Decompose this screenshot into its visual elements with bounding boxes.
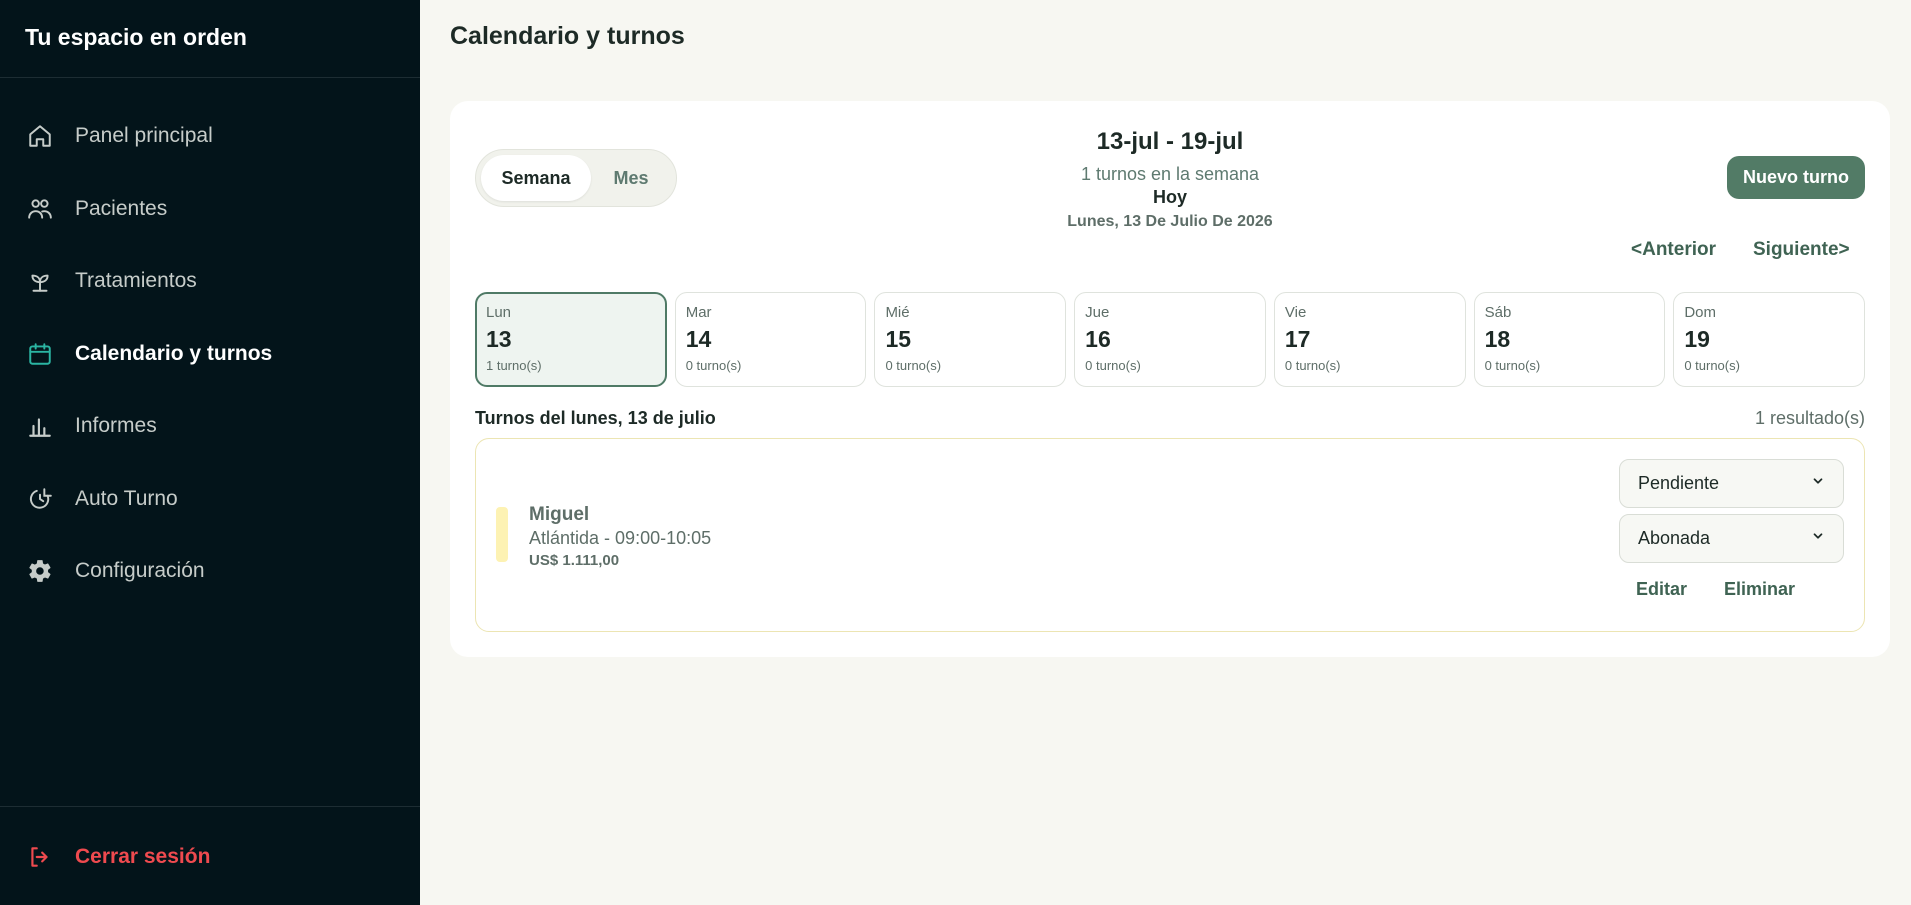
previous-week-button[interactable]: <Anterior bbox=[1631, 239, 1716, 261]
calendar-icon bbox=[27, 341, 53, 367]
page-title: Calendario y turnos bbox=[450, 22, 685, 50]
sidebar-item-informes[interactable]: Informes bbox=[0, 390, 420, 463]
day-appointment-count: 0 turno(s) bbox=[1484, 358, 1541, 373]
refresh-icon bbox=[27, 486, 53, 512]
gear-icon bbox=[27, 558, 53, 584]
appointment-price: US$ 1.111,00 bbox=[529, 552, 620, 569]
day-card[interactable]: Jue 16 0 turno(s) bbox=[1074, 292, 1266, 387]
day-card[interactable]: Dom 19 0 turno(s) bbox=[1673, 292, 1866, 387]
day-appointment-count: 0 turno(s) bbox=[1684, 358, 1740, 373]
home-icon bbox=[27, 123, 53, 149]
logout-icon bbox=[27, 844, 53, 870]
logout-label: Cerrar sesión bbox=[75, 845, 211, 868]
appointments-list-title: Turnos del lunes, 13 de julio bbox=[475, 408, 716, 428]
users-icon bbox=[27, 196, 53, 222]
next-week-button[interactable]: Siguiente> bbox=[1753, 239, 1850, 261]
sidebar-item-label: Pacientes bbox=[75, 196, 168, 220]
status-select[interactable]: Pendiente bbox=[1619, 459, 1844, 508]
day-number: 19 bbox=[1684, 326, 1710, 352]
payment-select-value: Abonada bbox=[1638, 528, 1711, 548]
calendar-card: Semana Mes 13-jul - 19-jul 1 turnos en l… bbox=[450, 101, 1890, 657]
day-name: Dom bbox=[1684, 304, 1716, 321]
sidebar-nav: Panel principal Pacientes Tratamientos C… bbox=[0, 100, 420, 608]
chevron-down-icon bbox=[1811, 529, 1825, 548]
delete-appointment-button[interactable]: Eliminar bbox=[1724, 579, 1795, 600]
day-appointment-count: 0 turno(s) bbox=[885, 358, 942, 373]
day-name: Lun bbox=[486, 304, 512, 321]
day-number: 18 bbox=[1484, 326, 1511, 352]
payment-select[interactable]: Abonada bbox=[1619, 514, 1844, 563]
day-name: Mar bbox=[685, 304, 712, 321]
sidebar-item-label: Calendario y turnos bbox=[75, 341, 273, 365]
day-name: Sáb bbox=[1484, 304, 1512, 321]
bar-chart-icon bbox=[27, 413, 53, 439]
new-appointment-button[interactable]: Nuevo turno bbox=[1727, 156, 1865, 199]
appointment-card: Miguel Atlántida - 09:00-10:05 US$ 1.111… bbox=[475, 438, 1865, 632]
day-name: Mié bbox=[885, 304, 910, 321]
day-card[interactable]: Vie 17 0 turno(s) bbox=[1273, 292, 1466, 387]
sidebar-item-configuracion[interactable]: Configuración bbox=[0, 535, 420, 608]
edit-appointment-button[interactable]: Editar bbox=[1636, 579, 1687, 600]
day-number: 16 bbox=[1085, 326, 1111, 352]
day-appointment-count: 0 turno(s) bbox=[685, 358, 742, 373]
sprout-icon bbox=[27, 268, 53, 294]
appointment-time: Atlántida - 09:00-10:05 bbox=[529, 528, 712, 548]
day-number: 13 bbox=[486, 326, 512, 352]
day-appointment-count: 1 turno(s) bbox=[486, 358, 542, 373]
day-card[interactable]: Sáb 18 0 turno(s) bbox=[1473, 292, 1666, 387]
status-select-value: Pendiente bbox=[1638, 473, 1720, 493]
day-number: 17 bbox=[1284, 326, 1311, 352]
week-day-strip: Lun 13 1 turno(s) Mar 14 0 turno(s) Mié … bbox=[475, 292, 1866, 387]
patient-name: Miguel bbox=[529, 504, 590, 525]
sidebar-item-panel-principal[interactable]: Panel principal bbox=[0, 100, 420, 173]
sidebar-item-label: Configuración bbox=[75, 559, 205, 583]
day-card[interactable]: Mié 15 0 turno(s) bbox=[874, 292, 1067, 387]
results-count: 1 resultado(s) bbox=[1754, 408, 1865, 428]
day-appointment-count: 0 turno(s) bbox=[1085, 358, 1141, 373]
chevron-down-icon bbox=[1811, 474, 1825, 493]
today-date: Lunes, 13 De Julio De 2026 bbox=[1067, 213, 1273, 230]
sidebar-item-label: Panel principal bbox=[75, 124, 213, 148]
day-name: Vie bbox=[1284, 304, 1307, 321]
day-name: Jue bbox=[1085, 304, 1110, 321]
sidebar-item-label: Auto Turno bbox=[75, 486, 178, 510]
sidebar-item-tratamientos[interactable]: Tratamientos bbox=[0, 245, 420, 318]
sidebar-divider bbox=[0, 806, 420, 807]
today-label: Hoy bbox=[1152, 187, 1187, 207]
logout-button[interactable]: Cerrar sesión bbox=[27, 844, 210, 870]
brand-title: Tu espacio en orden bbox=[25, 24, 247, 50]
sidebar-item-label: Informes bbox=[75, 414, 157, 438]
sidebar-item-pacientes[interactable]: Pacientes bbox=[0, 173, 420, 246]
day-card[interactable]: Lun 13 1 turno(s) bbox=[475, 292, 667, 387]
day-number: 14 bbox=[685, 326, 712, 352]
date-range-title: 13-jul - 19-jul bbox=[1096, 128, 1244, 155]
day-card[interactable]: Mar 14 0 turno(s) bbox=[674, 292, 867, 387]
day-appointment-count: 0 turno(s) bbox=[1284, 358, 1341, 373]
status-color-bar bbox=[496, 507, 508, 562]
sidebar-item-auto-turno[interactable]: Auto Turno bbox=[0, 463, 420, 536]
day-number: 15 bbox=[885, 326, 912, 352]
sidebar-item-label: Tratamientos bbox=[75, 269, 197, 293]
sidebar-divider bbox=[0, 77, 420, 78]
sidebar-item-calendario[interactable]: Calendario y turnos bbox=[0, 318, 420, 391]
week-appointment-count: 1 turnos en la semana bbox=[1080, 164, 1260, 184]
sidebar: Tu espacio en orden Panel principal Paci… bbox=[0, 0, 420, 905]
